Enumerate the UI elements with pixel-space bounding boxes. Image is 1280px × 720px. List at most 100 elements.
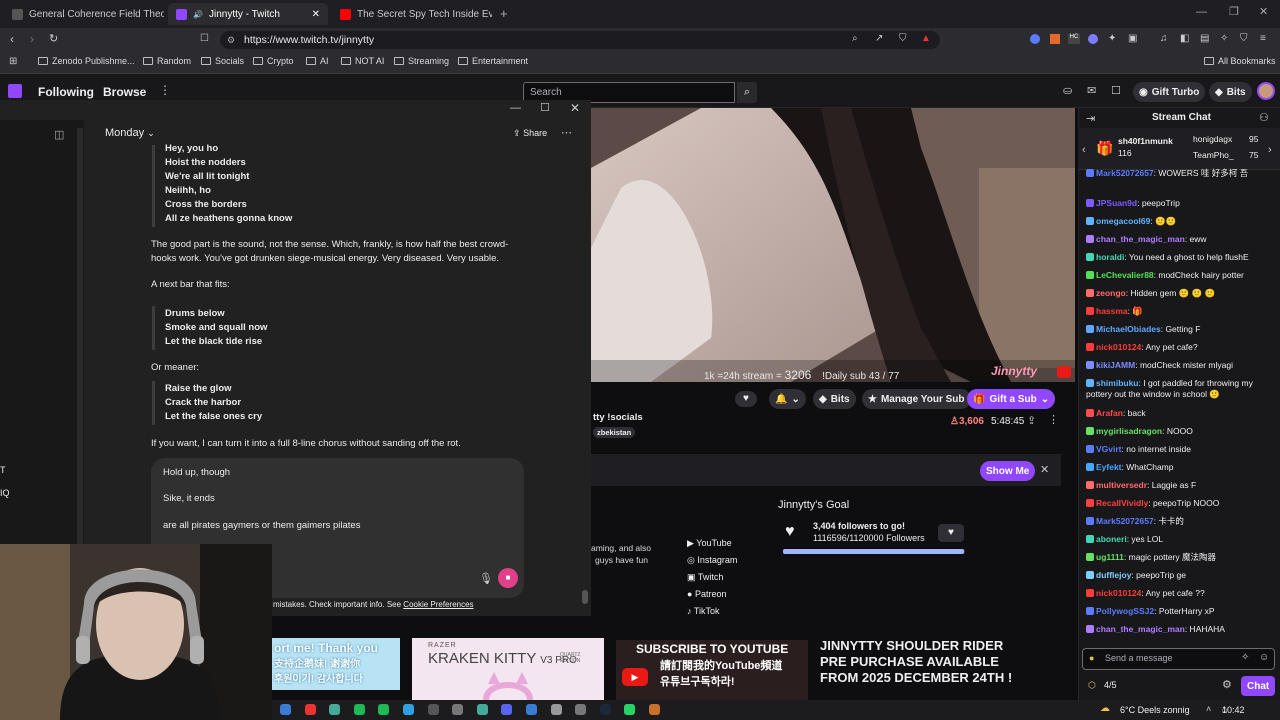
- prime-icon[interactable]: ⛀: [1063, 84, 1072, 97]
- all-bookmarks[interactable]: All Bookmarks: [1204, 56, 1276, 66]
- chat-scrollbar[interactable]: [582, 590, 588, 604]
- notifications-toggle[interactable]: 🔔 ⌄: [769, 389, 806, 409]
- taskbar-app-icon[interactable]: [649, 704, 660, 715]
- chat-username[interactable]: Mark52072657: [1096, 168, 1154, 178]
- notifications-icon[interactable]: ☐: [1111, 84, 1121, 97]
- chat-username[interactable]: LeChevalier88: [1096, 270, 1154, 280]
- sidebar-icon[interactable]: ◧: [1180, 33, 1189, 44]
- taskbar-app-icon[interactable]: [624, 704, 636, 715]
- toggle-sidebar-icon[interactable]: ◫: [54, 128, 64, 141]
- more-icon[interactable]: ⋮: [159, 83, 171, 97]
- taskbar-app-icon[interactable]: [329, 704, 341, 715]
- bookmark-folder[interactable]: Zenodo Publishme...: [38, 56, 135, 66]
- social-link-instagram[interactable]: ◎ Instagram: [687, 552, 737, 569]
- bits-cheer-icon[interactable]: ✧: [1241, 652, 1249, 663]
- chat-badge-icon[interactable]: ●: [1089, 653, 1094, 663]
- chat-username[interactable]: dufflejoy: [1096, 570, 1131, 580]
- social-link-twitch[interactable]: ▣ Twitch: [687, 569, 737, 586]
- new-tab-icon[interactable]: +: [500, 6, 508, 21]
- extension-icon[interactable]: ✦: [1108, 33, 1116, 44]
- microphone-icon[interactable]: 🎙: [479, 572, 493, 585]
- shoulder-rider-panel[interactable]: JINNYTTY SHOULDER RIDER PRE PURCHASE AVA…: [820, 638, 1020, 700]
- bits-button[interactable]: ◆ Bits: [1209, 82, 1252, 102]
- site-info-icon[interactable]: ⚙: [227, 31, 235, 49]
- close-banner-icon[interactable]: ✕: [1040, 463, 1049, 476]
- bookmark-folder[interactable]: Entertainment: [458, 56, 528, 66]
- chat-username[interactable]: aboneri: [1096, 534, 1127, 544]
- taskbar-app-icon[interactable]: [304, 704, 316, 715]
- stop-generating-button[interactable]: ■: [498, 568, 518, 588]
- taskbar-app-icon[interactable]: [353, 704, 365, 715]
- more-options-icon[interactable]: ⋯: [561, 126, 572, 139]
- video-player[interactable]: 1k =24h stream = 3206 !Daily sub 43 / 77…: [591, 108, 1075, 382]
- emote-picker-icon[interactable]: ☺: [1259, 652, 1269, 663]
- chat-username[interactable]: hassma: [1096, 306, 1128, 316]
- forward-icon[interactable]: ›: [30, 32, 34, 46]
- nav-browse[interactable]: Browse: [103, 85, 146, 99]
- taskbar-app-icon[interactable]: [575, 704, 587, 715]
- bookmark-folder[interactable]: AI: [306, 56, 329, 66]
- chat-username[interactable]: nick010124: [1096, 342, 1141, 352]
- taskbar-app-icon[interactable]: [526, 704, 537, 715]
- chat-username[interactable]: multiversedr: [1096, 480, 1147, 490]
- taskbar-app-icon[interactable]: [452, 704, 464, 715]
- tab-twitch[interactable]: 🔊 Jinnytty - Twitch ✕: [168, 3, 328, 25]
- window-maximize-icon[interactable]: ☐: [540, 101, 550, 114]
- follow-heart-button[interactable]: ♥: [735, 391, 757, 407]
- extension-alert-icon[interactable]: ▲: [921, 33, 931, 44]
- chat-username[interactable]: kikiJAMM: [1096, 360, 1135, 370]
- window-close-icon[interactable]: ✕: [570, 101, 580, 115]
- taskbar-app-icon[interactable]: [550, 704, 562, 715]
- subscribe-youtube-panel[interactable]: SUBSCRIBE TO YOUTUBE 請訂閱我的YouTube頻道 유튜브구…: [616, 640, 808, 700]
- leaderboard-next-icon[interactable]: ›: [1268, 144, 1272, 156]
- location-tag[interactable]: zbekistan: [593, 427, 636, 438]
- taskbar-app-icon[interactable]: [378, 704, 390, 715]
- gift-sub-button[interactable]: 🎁 Gift a Sub ⌄: [967, 389, 1056, 409]
- share-button[interactable]: ⇪ Share: [513, 128, 547, 139]
- share-icon[interactable]: ↗: [875, 33, 883, 44]
- extension-icon[interactable]: [1050, 34, 1060, 44]
- url-field[interactable]: ⚙ https://www.twitch.tv/jinnytty: [220, 31, 940, 49]
- chat-username[interactable]: nick010124: [1096, 588, 1141, 598]
- goal-follow-button[interactable]: ♥: [938, 524, 964, 542]
- bits-action-button[interactable]: ◆ Bits: [813, 389, 856, 409]
- tray-chevron-icon[interactable]: ˄: [1206, 704, 1211, 714]
- maximize-icon[interactable]: ❐: [1229, 5, 1239, 18]
- chat-username[interactable]: horaldi: [1096, 252, 1124, 262]
- chat-username[interactable]: Eyfekt: [1096, 462, 1122, 472]
- more-options-icon[interactable]: ⋮: [1048, 413, 1059, 426]
- taskbar-app-icon[interactable]: [501, 704, 513, 715]
- social-link-tiktok[interactable]: ♪ TikTok: [687, 603, 737, 620]
- taskbar-app-icon[interactable]: [599, 704, 611, 715]
- chat-username[interactable]: Arafan: [1096, 408, 1123, 418]
- taskbar-app-icon[interactable]: [280, 704, 291, 715]
- profile-extension-icon[interactable]: [1030, 34, 1040, 44]
- taskbar-app-icon[interactable]: [427, 704, 439, 715]
- chat-username[interactable]: VGvirt: [1096, 444, 1122, 454]
- tab-gcft[interactable]: General Coherence Field Theory (GC: [4, 3, 164, 25]
- extension-icon[interactable]: [1088, 34, 1098, 44]
- search-button[interactable]: ⌕: [737, 82, 757, 103]
- sidebar-scrollbar[interactable]: [77, 128, 83, 548]
- social-link-youtube[interactable]: ▶ YouTube: [687, 535, 737, 552]
- close-window-icon[interactable]: ✕: [1259, 5, 1268, 18]
- share-stream-icon[interactable]: ⇪: [1027, 414, 1036, 427]
- taskbar-app-icon[interactable]: [476, 704, 488, 715]
- bookmark-folder[interactable]: Random: [143, 56, 191, 66]
- chat-send-button[interactable]: Chat: [1241, 676, 1276, 696]
- gift-turbo-button[interactable]: ◉ Gift Turbo: [1133, 82, 1206, 102]
- model-selector[interactable]: Monday ⌄: [105, 127, 155, 139]
- chat-username[interactable]: RecallVividly: [1096, 498, 1148, 508]
- chat-username[interactable]: MichaelObiades: [1096, 324, 1161, 334]
- weather-text[interactable]: 6°C Deels zonnig: [1120, 705, 1190, 715]
- chat-username[interactable]: JPSuan9d: [1096, 198, 1137, 208]
- twitch-logo-icon[interactable]: [8, 84, 22, 98]
- extension-icon[interactable]: ▣: [1128, 33, 1137, 44]
- chat-input[interactable]: ● Send a message ✧ ☺: [1082, 648, 1275, 670]
- chat-username[interactable]: Mark52072657: [1096, 516, 1154, 526]
- extension-icon[interactable]: HC: [1068, 34, 1080, 44]
- kraken-kitty-panel[interactable]: RAZER KRAKEN KITTY V3 PRO QUARTZ EDITION: [412, 638, 604, 700]
- reload-icon[interactable]: ↻: [49, 32, 58, 45]
- chat-username[interactable]: PollywogSSJ2: [1096, 606, 1154, 616]
- media-icon[interactable]: ♫: [1160, 33, 1168, 44]
